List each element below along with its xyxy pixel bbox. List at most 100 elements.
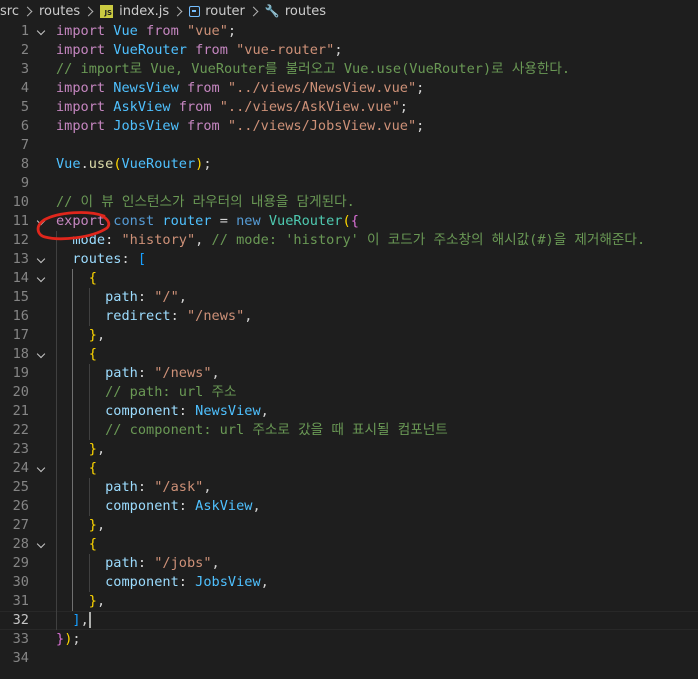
code-editor[interactable]: src routes JS index.js router 🔧 routes 1 im… (0, 0, 698, 679)
fold-chevron-icon[interactable] (36, 254, 46, 264)
breadcrumb-item-router[interactable]: router (189, 4, 245, 19)
code-line[interactable]: 2 import VueRouter from "vue-router"; (0, 41, 698, 60)
code-token: ; (416, 80, 425, 96)
breadcrumb-item-src[interactable]: src (0, 4, 19, 19)
code-text: path: "/news", (56, 364, 220, 383)
chevron-right-icon (22, 6, 33, 16)
code-token: , (211, 555, 220, 571)
code-line[interactable]: 21 component: NewsView, (0, 402, 698, 421)
code-token: // 이 뷰 인스턴스가 라우터의 내용을 담게된다. (56, 194, 355, 210)
code-token: redirect (105, 308, 171, 324)
code-line[interactable]: 9 (0, 174, 698, 193)
code-text: routes: [ (56, 250, 146, 269)
code-line[interactable]: 19 path: "/news", (0, 364, 698, 383)
code-line[interactable]: 8 Vue.use(VueRouter); (0, 155, 698, 174)
code-token: VueRouter (268, 213, 343, 229)
code-token: "/news" (186, 308, 245, 324)
code-line[interactable]: 18 { (0, 345, 698, 364)
code-line[interactable]: 16 redirect: "/news", (0, 307, 698, 326)
line-number: 6 (20, 118, 29, 134)
code-line[interactable]: 27 }, (0, 516, 698, 535)
code-line[interactable]: 10 // 이 뷰 인스턴스가 라우터의 내용을 담게된다. (0, 193, 698, 212)
breadcrumb-item-routes-folder[interactable]: routes (39, 4, 80, 19)
code-area[interactable]: 1 import Vue from "vue"; 2 import VueRouter… (0, 22, 698, 668)
code-line[interactable]: 3 // import로 Vue, VueRouter를 불러오고 Vue.use… (0, 60, 698, 79)
code-token: import (56, 118, 106, 134)
code-line[interactable]: 25 path: "/ask", (0, 478, 698, 497)
code-token: : (137, 479, 155, 495)
code-text: ], (56, 612, 91, 629)
code-token: "/ask" (154, 479, 204, 495)
code-line[interactable]: 17 }, (0, 326, 698, 345)
code-line[interactable]: 23 }, (0, 440, 698, 459)
code-line[interactable]: 20 // path: url 주소 (0, 383, 698, 402)
fold-chevron-icon[interactable] (36, 463, 46, 473)
code-token: "../views/NewsView.vue" (227, 80, 417, 96)
code-token: , (96, 441, 106, 457)
code-line[interactable]: 5 import AskView from "../views/AskView.v… (0, 98, 698, 117)
code-token: , (260, 574, 269, 590)
code-line[interactable]: 22 // component: url 주소로 갔을 때 표시될 컴포넌트 (0, 421, 698, 440)
code-line[interactable]: 29 path: "/jobs", (0, 554, 698, 573)
code-line[interactable]: 13 routes: [ (0, 250, 698, 269)
code-line[interactable]: 1 import Vue from "vue"; (0, 22, 698, 41)
code-line[interactable]: 30 component: JobsView, (0, 573, 698, 592)
code-text: }); (56, 630, 81, 649)
code-line[interactable]: 33}); (0, 630, 698, 649)
code-text: { (56, 269, 97, 288)
code-line[interactable]: 12 mode: "history", // mode: 'history' 이… (0, 231, 698, 250)
code-line[interactable]: 28 { (0, 535, 698, 554)
line-number: 1 (20, 23, 29, 39)
code-line[interactable]: 11 export const router = new VueRouter({ (0, 212, 698, 231)
fold-chevron-icon[interactable] (36, 273, 46, 283)
code-line[interactable]: 26 component: AskView, (0, 497, 698, 516)
code-token: // component: url 주소로 갔을 때 표시될 컴포넌트 (105, 422, 448, 438)
code-line[interactable]: 14 { (0, 269, 698, 288)
fold-chevron-icon[interactable] (36, 349, 46, 359)
breadcrumb-item-routes-property[interactable]: 🔧 routes (265, 4, 326, 19)
code-line[interactable]: 34 (0, 649, 698, 668)
line-number: 11 (12, 213, 29, 229)
breadcrumb-item-index-js[interactable]: JS index.js (100, 4, 169, 19)
code-token: NewsView (195, 403, 261, 419)
js-file-icon: JS (100, 4, 114, 18)
code-token: import (56, 99, 106, 115)
code-token: ( (342, 213, 351, 229)
line-number: 29 (12, 555, 29, 571)
indent-guide (88, 364, 90, 440)
code-line[interactable]: 24 { (0, 459, 698, 478)
code-line[interactable]: 32 ], (0, 611, 698, 630)
code-token: NewsView (113, 80, 179, 96)
code-token: "/" (154, 289, 179, 305)
code-line[interactable]: 15 path: "/", (0, 288, 698, 307)
code-token: mode (72, 232, 106, 248)
fold-chevron-icon[interactable] (36, 26, 46, 36)
code-line[interactable]: 7 (0, 136, 698, 155)
code-line[interactable]: 6 import JobsView from "../views/JobsView… (0, 117, 698, 136)
line-number: 5 (20, 99, 29, 115)
code-token: , (203, 479, 212, 495)
code-line[interactable]: 31 }, (0, 592, 698, 611)
code-token: : (178, 498, 196, 514)
fold-chevron-icon[interactable] (36, 216, 46, 226)
code-text: import AskView from "../views/AskView.vu… (56, 98, 408, 117)
fold-chevron-icon[interactable] (36, 539, 46, 549)
code-line[interactable]: 4 import NewsView from "../views/NewsView… (0, 79, 698, 98)
code-text: import VueRouter from "vue-router"; (56, 41, 343, 60)
code-token: : (121, 251, 138, 267)
code-token: ; (203, 156, 212, 172)
code-token: VueRouter (113, 42, 187, 58)
code-text: redirect: "/news", (56, 307, 252, 326)
code-token: JobsView (195, 574, 261, 590)
code-token: "../views/AskView.vue" (219, 99, 400, 115)
